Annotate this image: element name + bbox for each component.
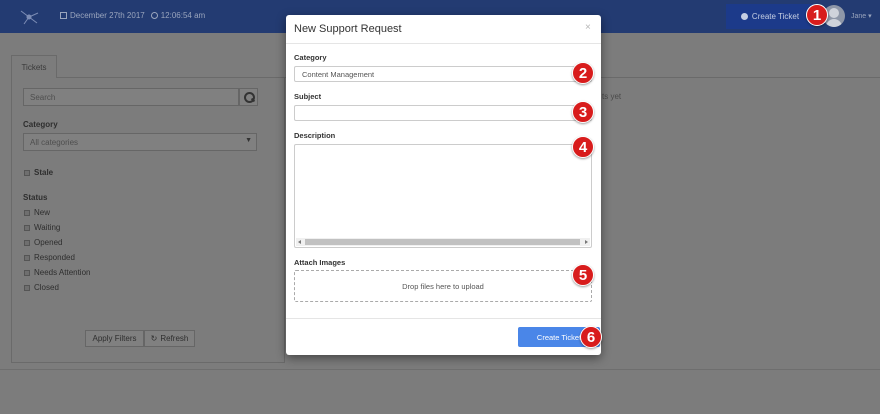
status-label-opened: Opened [34,238,63,247]
category-label: Category [294,53,327,62]
apply-filters-label: Apply Filters [92,334,137,343]
footer-divider [0,369,880,370]
description-label: Description [294,131,336,140]
calendar-icon [60,12,67,19]
stale-checkbox[interactable]: Stale [24,168,53,177]
status-label-responded: Responded [34,253,75,262]
filter-category-label: Category [23,120,58,129]
image-dropzone[interactable]: Drop files here to upload [294,270,592,302]
subject-input[interactable] [294,105,592,121]
checkbox-icon [24,254,30,261]
attach-images-label: Attach Images [294,258,346,267]
header-create-ticket-label: Create Ticket [751,12,800,21]
time-text: 12:06:54 am [160,11,206,20]
checkbox-icon [24,284,30,291]
tab-tickets[interactable]: Tickets [11,55,57,78]
status-label-new: New [34,208,51,217]
filter-category-value: All categories [30,138,79,147]
description-textarea[interactable] [294,144,592,248]
tab-tickets-label: Tickets [21,62,47,72]
horizontal-scrollbar[interactable] [296,238,590,246]
checkbox-icon [24,239,30,246]
modal-footer-divider [286,318,601,319]
checkbox-icon [24,169,30,176]
marker-2: 2 [572,62,594,84]
marker-3: 3 [572,101,594,123]
modal-header: New Support Request × [286,15,601,44]
clock-icon [150,12,158,19]
close-icon[interactable]: × [585,22,591,33]
status-checkbox-needs-attention[interactable]: Needs Attention [24,268,90,277]
status-checkbox-responded[interactable]: Responded [24,253,75,262]
status-label-waiting: Waiting [34,223,61,232]
checkbox-icon [24,209,30,216]
chevron-down-icon: ▼ [245,137,252,144]
stale-label: Stale [34,168,54,177]
category-select[interactable]: Content Management [294,66,592,82]
gear-icon [740,13,748,20]
subject-label: Subject [294,92,322,101]
refresh-button[interactable]: ↻ Refresh [144,330,195,347]
refresh-icon: ↻ [150,334,158,343]
user-name: Jane [851,13,867,20]
filter-category-select[interactable]: All categories ▼ [23,133,257,151]
datetime-display: December 27th 2017 12:06:54 am [60,11,205,20]
status-checkbox-waiting[interactable]: Waiting [24,223,60,232]
checkbox-icon [24,224,30,231]
scroll-right-icon[interactable] [585,240,588,244]
status-checkbox-closed[interactable]: Closed [24,283,59,292]
status-label-closed: Closed [34,283,59,292]
dropzone-text: Drop files here to upload [402,281,484,291]
create-ticket-label: Create Ticket [536,332,582,342]
apply-filters-button[interactable]: Apply Filters [85,330,144,347]
search-icon[interactable] [239,88,258,106]
checkbox-icon [24,269,30,276]
search-placeholder: Search [30,93,56,102]
scroll-left-icon[interactable] [298,240,301,244]
status-label: Status [23,193,48,202]
category-select-value: Content Management [302,70,375,79]
scrollbar-thumb[interactable] [305,239,580,245]
status-label-needs-attention: Needs Attention [34,268,91,277]
marker-1: 1 [806,4,828,26]
logo-icon[interactable] [18,8,40,26]
header-create-ticket-button[interactable]: Create Ticket [726,4,814,29]
status-checkbox-opened[interactable]: Opened [24,238,62,247]
empty-state-text: ts yet [602,92,622,101]
user-menu[interactable]: Jane ▾ [851,12,872,20]
search-input[interactable]: Search [23,88,239,106]
status-checkbox-new[interactable]: New [24,208,50,217]
marker-6: 6 [580,326,602,348]
date-text: December 27th 2017 [70,11,145,20]
marker-5: 5 [572,264,594,286]
modal-title: New Support Request [294,23,402,35]
refresh-label: Refresh [160,334,189,343]
marker-4: 4 [572,136,594,158]
new-support-request-modal: New Support Request × Category Content M… [286,15,601,355]
